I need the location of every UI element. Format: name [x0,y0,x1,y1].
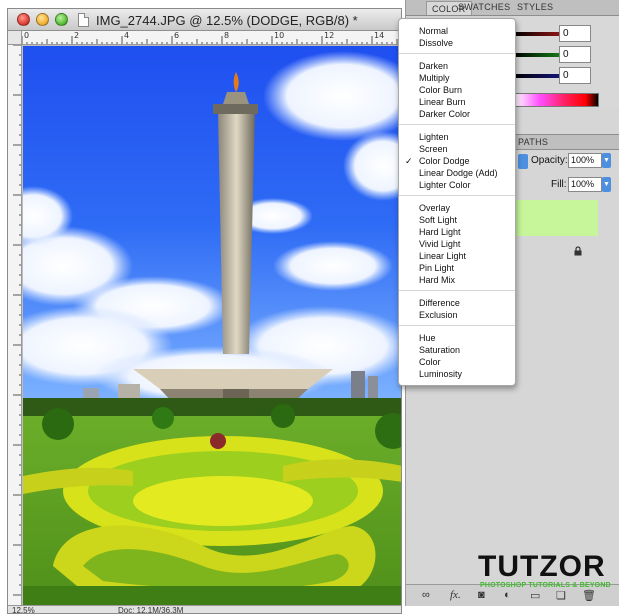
document-icon [78,13,89,27]
image-canvas[interactable] [23,46,401,606]
blend-mode-item[interactable]: Soft Light [419,214,457,226]
opacity-dropdown-icon[interactable]: ▼ [602,153,611,168]
blend-mode-item[interactable]: Darken [419,60,448,72]
blend-mode-item[interactable]: Screen [419,143,448,155]
document-titlebar[interactable]: IMG_2744.JPG @ 12.5% (DODGE, RGB/8) * [8,9,401,31]
blend-mode-item[interactable]: Color Dodge [419,155,470,167]
blend-mode-item[interactable]: Difference [419,297,460,309]
blend-mode-item[interactable]: Vivid Light [419,238,460,250]
opacity-label: Opacity: [531,155,568,166]
ruler-left[interactable] [8,45,22,605]
red-value[interactable]: 0 [559,25,591,42]
blend-mode-item[interactable]: Lighten [419,131,449,143]
color-panel-tabs: COLOR SWATCHES STYLES [406,0,619,16]
ruler-left-ticks [13,45,21,596]
document-size[interactable]: Doc: 12.1M/36.3M [118,606,183,613]
fill-field[interactable]: 100% [568,177,602,192]
blend-mode-item[interactable]: Multiply [419,72,450,84]
blend-mode-item[interactable]: Overlay [419,202,450,214]
adjustment-icon[interactable]: ◐ [504,589,511,601]
opacity-field[interactable]: 100% [568,153,602,168]
blend-mode-item[interactable]: Color Burn [419,84,462,96]
blend-mode-item[interactable]: Saturation [419,344,460,356]
fx-icon[interactable]: fx. [450,589,461,601]
blend-mode-item[interactable]: Lighter Color [419,179,471,191]
tutzor-logo: TUTZOR PHOTOSHOP TUTORIALS & BEYOND [478,550,611,590]
menu-separator [399,124,515,125]
folder-icon[interactable]: ▭ [530,589,540,602]
blend-mode-item[interactable]: Hard Light [419,226,461,238]
ruler-top-label: 0 [24,31,30,40]
blend-mode-item[interactable]: Linear Light [419,250,466,262]
blend-mode-item[interactable]: Color [419,356,441,368]
ruler-top-label: 2 [74,31,80,40]
ruler-top[interactable]: 0 2 4 6 8 10 12 14 [22,31,401,45]
blend-mode-select[interactable] [518,154,528,169]
menu-separator [399,53,515,54]
tab-styles[interactable]: STYLES [517,2,553,12]
blend-mode-item[interactable]: Linear Dodge (Add) [419,167,498,179]
zoom-readout[interactable]: 12.5% [12,606,35,613]
fill-label: Fill: [551,179,567,190]
blend-mode-item[interactable]: Hue [419,332,436,344]
blend-mode-item[interactable]: Dissolve [419,37,453,49]
menu-separator [399,325,515,326]
blend-mode-item[interactable]: Hard Mix [419,274,455,286]
zoom-button[interactable] [55,13,68,26]
ruler-top-label: 4 [124,31,130,40]
ruler-corner[interactable] [8,31,22,45]
document-window: IMG_2744.JPG @ 12.5% (DODGE, RGB/8) * 0 … [7,8,402,614]
tab-paths[interactable]: PATHS [518,137,548,147]
lock-icon [574,246,582,256]
menu-separator [399,290,515,291]
new-layer-icon[interactable]: ❏ [556,589,566,602]
status-bar: 12.5% Doc: 12.1M/36.3M [8,605,401,613]
ruler-top-label: 14 [374,31,385,40]
ruler-top-label: 12 [324,31,335,40]
blend-mode-item[interactable]: Normal [419,25,448,37]
fill-dropdown-icon[interactable]: ▼ [602,177,611,192]
menu-separator [399,195,515,196]
monument-photo [23,46,401,606]
blend-mode-item[interactable]: Pin Light [419,262,454,274]
close-button[interactable] [17,13,30,26]
logo-text: TUTZOR [478,550,606,583]
link-icon[interactable]: ∞ [422,589,430,601]
green-value[interactable]: 0 [559,46,591,63]
mask-icon[interactable]: ◙ [478,589,485,601]
blend-mode-item[interactable]: Darker Color [419,108,470,120]
blend-mode-item[interactable]: Exclusion [419,309,458,321]
trash-icon[interactable]: 🗑 [582,589,596,602]
document-title: IMG_2744.JPG @ 12.5% (DODGE, RGB/8) * [96,13,358,28]
ruler-top-label: 8 [224,31,230,40]
logo-tagline: PHOTOSHOP TUTORIALS & BEYOND [480,582,611,589]
color-spectrum[interactable] [514,93,599,107]
blend-mode-menu: Normal Dissolve Darken Multiply Color Burn Li… [398,18,516,386]
tab-swatches[interactable]: SWATCHES [458,2,510,12]
blend-mode-item[interactable]: Linear Burn [419,96,466,108]
ruler-top-label: 6 [174,31,180,40]
blue-value[interactable]: 0 [559,67,591,84]
blend-mode-item[interactable]: Luminosity [419,368,462,380]
ruler-top-label: 10 [274,31,285,40]
checkmark-icon: ✓ [405,156,413,166]
minimize-button[interactable] [36,13,49,26]
